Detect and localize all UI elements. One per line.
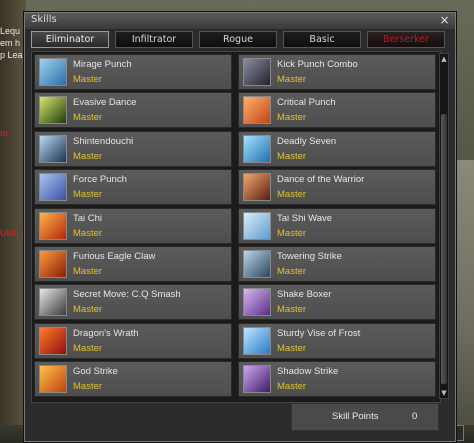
- skill-slot[interactable]: Kick Punch Combo Master: [238, 54, 436, 90]
- sturdy-vise-of-frost-icon[interactable]: [243, 326, 271, 355]
- skill-name: Tai Shi Wave: [277, 212, 333, 224]
- skill-points-label: Skill Points: [332, 411, 379, 422]
- skill-slot[interactable]: Secret Move: C.Q Smash Master: [34, 284, 232, 321]
- skill-rank: Master: [277, 304, 307, 316]
- skill-rank: Master: [277, 189, 307, 201]
- scroll-up-arrow-icon[interactable]: ▲: [440, 54, 448, 64]
- skill-slot[interactable]: Sturdy Vise of Frost Master: [238, 322, 436, 359]
- world-chat-fragment: em h: [0, 38, 21, 48]
- skills-window: Skills × Eliminator Infiltrator Rogue Ba…: [24, 12, 456, 442]
- world-chat-fragment: UkIe: [0, 228, 20, 238]
- skill-slot[interactable]: Tai Chi Master: [34, 207, 232, 244]
- tai-shi-wave-icon[interactable]: [243, 211, 271, 240]
- tab-infiltrator[interactable]: Infiltrator: [115, 31, 193, 48]
- skill-name: Critical Punch: [277, 97, 336, 109]
- skill-slot[interactable]: Furious Eagle Claw Master: [34, 246, 232, 282]
- critical-punch-icon[interactable]: [243, 96, 271, 125]
- skill-slot[interactable]: Dance of the Warrior Master: [238, 169, 436, 206]
- deadly-seven-icon[interactable]: [243, 134, 271, 163]
- skill-points-box: Skill Points 0: [291, 403, 439, 431]
- skill-rank: Master: [73, 74, 103, 85]
- skill-slot[interactable]: Tai Shi Wave Master: [238, 207, 436, 244]
- skill-slot[interactable]: God Strike Master: [34, 361, 232, 398]
- skill-rank: Master: [73, 266, 103, 277]
- skill-name: Mirage Punch: [73, 59, 132, 70]
- skill-slot[interactable]: Force Punch Master: [34, 169, 232, 206]
- tab-basic[interactable]: Basic: [283, 31, 361, 48]
- skill-name: Dance of the Warrior: [277, 174, 365, 186]
- skill-name: God Strike: [73, 366, 118, 378]
- skill-slot[interactable]: Critical Punch Master: [238, 92, 436, 129]
- window-title: Skills: [31, 14, 57, 25]
- close-icon[interactable]: ×: [438, 14, 451, 27]
- skill-rank: Master: [73, 112, 103, 124]
- scrollbar-thumb[interactable]: [441, 114, 447, 384]
- world-wall-left: [0, 0, 26, 443]
- mirage-punch-icon[interactable]: [39, 58, 67, 86]
- skill-slot[interactable]: Shake Boxer Master: [238, 284, 436, 321]
- skill-rank: Master: [277, 227, 307, 239]
- skill-name: Kick Punch Combo: [277, 59, 358, 70]
- shadow-strike-icon[interactable]: [243, 365, 271, 394]
- skill-name: Dragon's Wrath: [73, 327, 139, 339]
- window-titlebar[interactable]: Skills ×: [25, 13, 455, 29]
- world-chat-fragment: p Lea: [0, 50, 23, 60]
- skill-rank: Master: [73, 381, 103, 393]
- skill-rank: Master: [73, 304, 103, 316]
- skill-slot[interactable]: Mirage Punch Master: [34, 54, 232, 90]
- dragons-wrath-icon[interactable]: [39, 326, 67, 355]
- force-punch-icon[interactable]: [39, 173, 67, 202]
- skill-rank: Master: [73, 342, 103, 354]
- scroll-down-arrow-icon[interactable]: ▼: [440, 388, 448, 398]
- skill-slot[interactable]: Evasive Dance Master: [34, 92, 232, 129]
- world-chat-fragment: in: [0, 128, 8, 138]
- tab-rogue[interactable]: Rogue: [199, 31, 277, 48]
- evasive-dance-icon[interactable]: [39, 96, 67, 125]
- shintendouchi-icon[interactable]: [39, 134, 67, 163]
- skill-name: Tai Chi: [73, 212, 103, 224]
- god-strike-icon[interactable]: [39, 365, 67, 394]
- skill-rank: Master: [73, 189, 103, 201]
- skill-name: Deadly Seven: [277, 135, 337, 147]
- skill-rank: Master: [277, 150, 307, 162]
- skill-name: Secret Move: C.Q Smash: [73, 289, 181, 301]
- furious-eagle-claw-icon[interactable]: [39, 250, 67, 278]
- skill-rank: Master: [277, 74, 307, 85]
- skill-list-panel: Mirage Punch Master Evasive Dance Master Shi…: [31, 51, 441, 403]
- skill-slot[interactable]: Towering Strike Master: [238, 246, 436, 282]
- skill-slot[interactable]: Shintendouchi Master: [34, 130, 232, 167]
- skill-name: Force Punch: [73, 174, 127, 186]
- secret-move-icon[interactable]: [39, 288, 67, 317]
- tab-berserker[interactable]: Berserker: [367, 31, 445, 48]
- skill-points-value: 0: [412, 411, 418, 422]
- skill-slot[interactable]: Shadow Strike Master: [238, 361, 436, 398]
- skill-name: Shintendouchi: [73, 135, 134, 147]
- skill-list-scrollbar[interactable]: ▲ ▼: [439, 53, 449, 399]
- skill-rank: Master: [73, 150, 103, 162]
- shake-boxer-icon[interactable]: [243, 288, 271, 317]
- kick-punch-combo-icon[interactable]: [243, 58, 271, 86]
- skill-name: Sturdy Vise of Frost: [277, 327, 361, 339]
- skill-rank: Master: [277, 342, 307, 354]
- dance-of-the-warrior-icon[interactable]: [243, 173, 271, 202]
- world-chat-fragment: Lequ: [0, 26, 21, 36]
- skill-name: Furious Eagle Claw: [73, 251, 156, 262]
- towering-strike-icon[interactable]: [243, 250, 271, 278]
- skill-rank: Master: [277, 266, 307, 277]
- skill-slot[interactable]: Deadly Seven Master: [238, 130, 436, 167]
- skill-rank: Master: [277, 112, 307, 124]
- tab-eliminator[interactable]: Eliminator: [31, 31, 109, 48]
- skill-rank: Master: [73, 227, 103, 239]
- skill-name: Shake Boxer: [277, 289, 332, 301]
- skill-tree-tabs: Eliminator Infiltrator Rogue Basic Berse…: [31, 31, 447, 48]
- skill-slot[interactable]: Dragon's Wrath Master: [34, 322, 232, 359]
- skill-name: Evasive Dance: [73, 97, 137, 109]
- skill-rank: Master: [277, 381, 307, 393]
- skill-name: Shadow Strike: [277, 366, 339, 378]
- skill-name: Towering Strike: [277, 251, 342, 262]
- tai-chi-icon[interactable]: [39, 211, 67, 240]
